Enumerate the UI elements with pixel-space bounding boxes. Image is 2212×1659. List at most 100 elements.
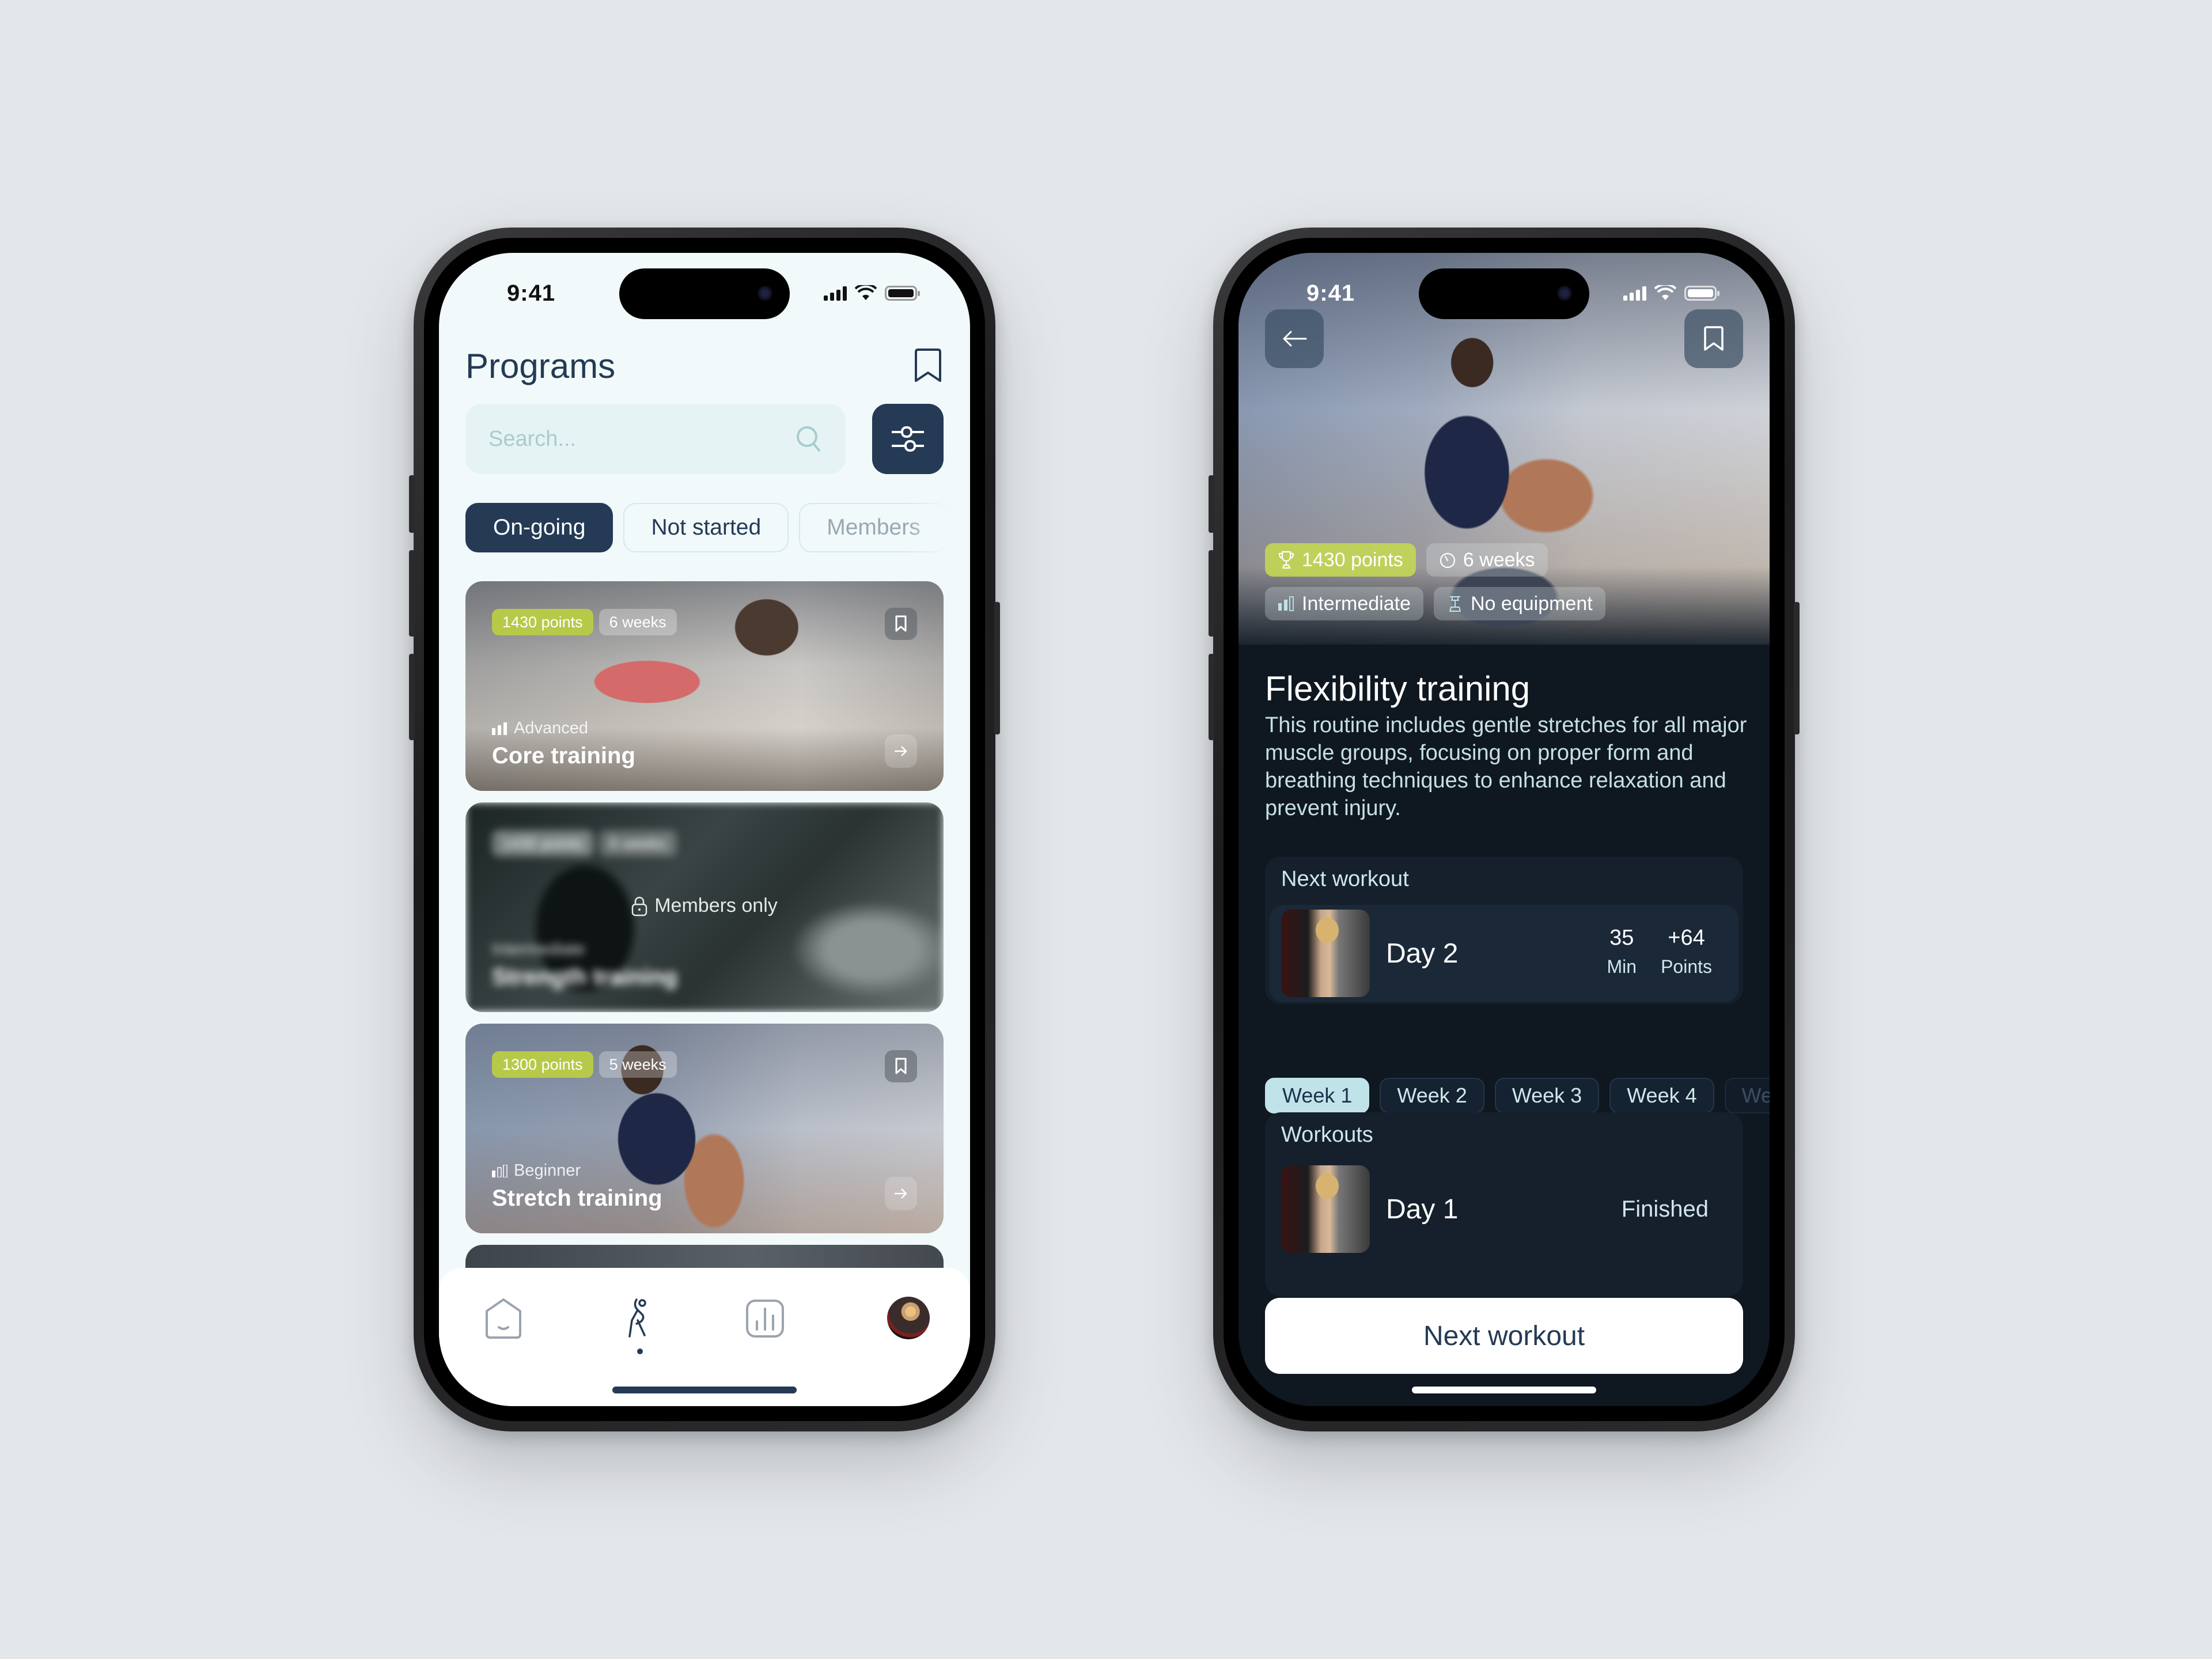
program-card-strength-training[interactable]: 1430 points 6 weeks Intermediate Strengt…	[465, 802, 944, 1012]
workout-status: Finished	[1621, 1196, 1709, 1222]
filter-chips: On-going Not started Members	[465, 503, 948, 552]
points-tag-label: 1430 points	[1302, 548, 1403, 571]
search-icon[interactable]	[795, 425, 823, 453]
chip-not-started[interactable]: Not started	[623, 503, 789, 552]
next-workout-label: Next workout	[1281, 867, 1409, 891]
volume-down-button	[409, 654, 415, 740]
wifi-icon	[855, 285, 877, 300]
workout-thumbnail	[1281, 1165, 1370, 1253]
runner-icon	[628, 1298, 646, 1338]
power-button	[1794, 602, 1800, 734]
next-workout-button[interactable]: Next workout	[1265, 1298, 1743, 1374]
points-badge: 1430 points	[492, 609, 593, 635]
difficulty-level: Beginner	[492, 1161, 581, 1180]
workout-day: Day 1	[1386, 1194, 1459, 1225]
program-name: Stretch training	[492, 1185, 662, 1211]
open-program-button[interactable]	[885, 734, 917, 768]
dynamic-island	[619, 268, 790, 319]
points-label: Points	[1661, 956, 1712, 977]
weeks-badge: 5 weeks	[599, 1051, 677, 1078]
programs-screen: 9:41 Programs On-going Not started Membe	[439, 253, 970, 1406]
program-card-core-training[interactable]: 1430 points 6 weeks Advanced Core traini…	[465, 581, 944, 791]
card-bookmark-button[interactable]	[885, 608, 917, 640]
points-badge: 1430 points	[492, 830, 593, 857]
volume-up-button	[409, 550, 415, 637]
lock-icon	[631, 896, 647, 916]
chip-on-going[interactable]: On-going	[465, 503, 613, 552]
duration-stat: 35 Min	[1607, 926, 1637, 978]
tab-stats[interactable]	[742, 1296, 788, 1342]
tab-week-3[interactable]: Week 3	[1494, 1078, 1600, 1113]
status-time: 9:41	[1306, 280, 1355, 306]
page-title: Programs	[465, 347, 616, 385]
phone-programs: 9:41 Programs On-going Not started Membe	[409, 228, 1000, 1431]
weeks-badge: 6 weeks	[599, 830, 677, 857]
points-badge: 1300 points	[492, 1051, 593, 1078]
action-button	[1209, 475, 1214, 533]
filter-button[interactable]	[872, 404, 944, 474]
tab-programs[interactable]	[616, 1296, 662, 1342]
bookmark-icon[interactable]	[914, 347, 942, 384]
workout-row[interactable]: Day 1 Finished	[1270, 1161, 1738, 1257]
active-tab-indicator	[637, 1349, 643, 1354]
bookmark-icon	[895, 615, 907, 632]
points-tag: 1430 points	[1265, 543, 1416, 577]
minutes-value: 35	[1609, 926, 1634, 950]
level-label: Beginner	[514, 1161, 581, 1180]
status-time: 9:41	[507, 280, 556, 306]
program-tags: 1430 points 6 weeks Intermediate No equi…	[1265, 543, 1605, 620]
program-name: Strength training	[492, 964, 678, 990]
program-detail-screen: 9:41 1430 points 6 weeks Intermediate No…	[1238, 253, 1770, 1406]
action-button	[409, 475, 415, 533]
dynamic-island	[1419, 268, 1589, 319]
stopwatch-icon	[1440, 552, 1455, 569]
home-indicator	[612, 1387, 797, 1393]
workouts-panel: Workouts Day 1 Finished	[1265, 1112, 1743, 1297]
card-bookmark-button[interactable]	[885, 1050, 917, 1082]
next-workout-row[interactable]: Day 2 35 Min +64 Points	[1270, 905, 1738, 1002]
profile-avatar[interactable]	[887, 1297, 930, 1339]
tab-week-2[interactable]: Week 2	[1380, 1078, 1484, 1113]
difficulty-level: Advanced	[492, 719, 588, 738]
level-label: Advanced	[514, 719, 588, 737]
level-bars-icon	[1278, 596, 1294, 611]
level-bars-icon	[492, 1164, 507, 1177]
sliders-icon	[892, 426, 924, 452]
open-program-button[interactable]	[885, 1177, 917, 1210]
workout-thumbnail	[1281, 910, 1370, 997]
program-card-stretch-training[interactable]: 1300 points 5 weeks Beginner Stretch tra…	[465, 1024, 944, 1233]
points-value: +64	[1668, 926, 1705, 950]
home-icon	[486, 1298, 521, 1339]
tab-week-1[interactable]: Week 1	[1265, 1078, 1370, 1113]
equipment-tag: No equipment	[1434, 587, 1605, 620]
next-workout-panel: Next workout Day 2 35 Min +64 Points	[1265, 857, 1743, 1004]
minutes-label: Min	[1607, 956, 1637, 977]
level-tag: Intermediate	[1265, 587, 1423, 620]
level-label: Intermediate	[492, 940, 585, 959]
bookmark-icon	[895, 1058, 907, 1074]
phone-program-detail: 9:41 1430 points 6 weeks Intermediate No…	[1209, 228, 1800, 1431]
members-only-overlay: Members only	[465, 895, 944, 917]
cellular-signal-icon	[824, 286, 847, 301]
tab-home[interactable]	[480, 1296, 527, 1342]
level-tag-label: Intermediate	[1302, 592, 1411, 615]
home-indicator	[1412, 1387, 1596, 1393]
power-button	[994, 602, 1000, 734]
tab-week-4[interactable]: Week 4	[1609, 1078, 1714, 1113]
equipment-tag-label: No equipment	[1471, 592, 1593, 615]
points-stat: +64 Points	[1661, 926, 1712, 978]
battery-icon	[1684, 286, 1719, 301]
trophy-icon	[1278, 551, 1294, 569]
dumbbell-icon	[1449, 596, 1461, 612]
chips-fade-overlay	[907, 495, 970, 564]
search-field[interactable]	[465, 404, 846, 474]
search-input[interactable]	[488, 426, 795, 452]
duration-tag: 6 weeks	[1426, 543, 1548, 577]
duration-tag-label: 6 weeks	[1463, 548, 1535, 571]
arrow-right-icon	[895, 746, 907, 756]
tab-bar	[439, 1268, 970, 1406]
cellular-signal-icon	[1623, 286, 1646, 301]
tab-week-5[interactable]: Week 5	[1724, 1078, 1770, 1113]
stats-icon	[746, 1300, 784, 1338]
volume-up-button	[1209, 550, 1214, 637]
